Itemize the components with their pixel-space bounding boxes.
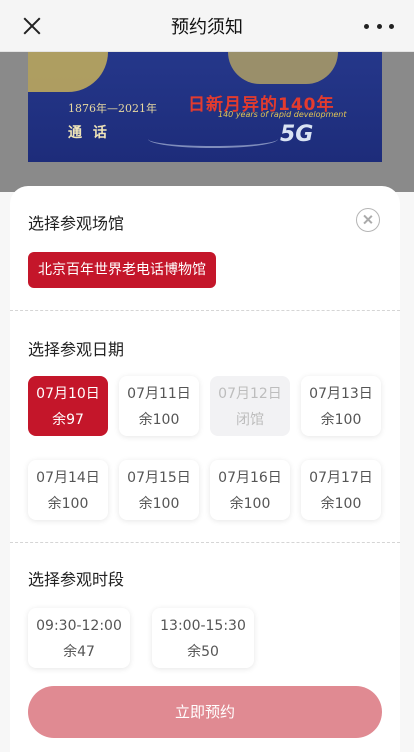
date-option[interactable]: 07月15日 余100 [119,460,199,520]
remaining-count: 余50 [187,644,219,660]
time-section-title: 选择参观时段 [28,570,125,589]
date-option[interactable]: 07月17日 余100 [301,460,381,520]
date-option[interactable]: 07月10日 余97 [28,376,108,436]
date-label: 07月14日 [36,470,100,486]
date-label: 07月17日 [309,470,373,486]
date-section-title: 选择参观日期 [28,340,125,359]
time-slot-label: 13:00-15:30 [160,618,246,634]
booking-sheet: 选择参观场馆 北京百年世界老电话博物馆 选择参观日期 07月10日 余97 07… [10,186,400,752]
top-nav-bar: 预约须知 [0,0,414,52]
banner-decoration [28,52,108,92]
date-label: 07月16日 [218,470,282,486]
remaining-count: 余100 [138,496,180,512]
banner-swoosh [148,130,278,148]
page-title: 预约须知 [171,16,243,38]
banner-subtitle: 140 years of rapid development [218,110,347,119]
venue-section-title: 选择参观场馆 [28,214,125,233]
time-slot-option[interactable]: 09:30-12:00 余47 [28,608,130,668]
date-option[interactable]: 07月14日 余100 [28,460,108,520]
banner-5g-logo: 5G [280,122,314,147]
remaining-count: 余47 [63,644,95,660]
date-option-closed: 07月12日 闭馆 [210,376,290,436]
time-slot-label: 09:30-12:00 [36,618,122,634]
remaining-count: 余100 [320,412,362,428]
banner-years: 1876年—2021年 [68,102,157,115]
remaining-count: 余100 [229,496,271,512]
remaining-count: 余100 [138,412,180,428]
book-now-button[interactable]: 立即预约 [28,686,382,738]
divider [10,542,400,543]
banner-decoration [228,52,338,84]
time-slot-option[interactable]: 13:00-15:30 余50 [152,608,254,668]
remaining-count: 余100 [320,496,362,512]
date-option[interactable]: 07月16日 余100 [210,460,290,520]
venue-option-selected[interactable]: 北京百年世界老电话博物馆 [28,252,216,288]
remaining-count: 余100 [47,496,89,512]
close-icon[interactable] [20,14,44,38]
date-label: 07月13日 [309,386,373,402]
close-sheet-icon[interactable] [356,208,380,232]
date-label: 07月15日 [127,470,191,486]
date-option[interactable]: 07月13日 余100 [301,376,381,436]
closed-label: 闭馆 [236,412,264,428]
banner-left-text: 通 话 [68,125,110,141]
date-label: 07月12日 [218,386,282,402]
more-options-icon[interactable] [364,18,394,34]
date-label: 07月11日 [127,386,191,402]
museum-banner-image: 1876年—2021年 日新月异的140年 140 years of rapid… [28,52,382,162]
date-option[interactable]: 07月11日 余100 [119,376,199,436]
remaining-count: 余97 [52,412,84,428]
date-label: 07月10日 [36,386,100,402]
divider [10,310,400,311]
